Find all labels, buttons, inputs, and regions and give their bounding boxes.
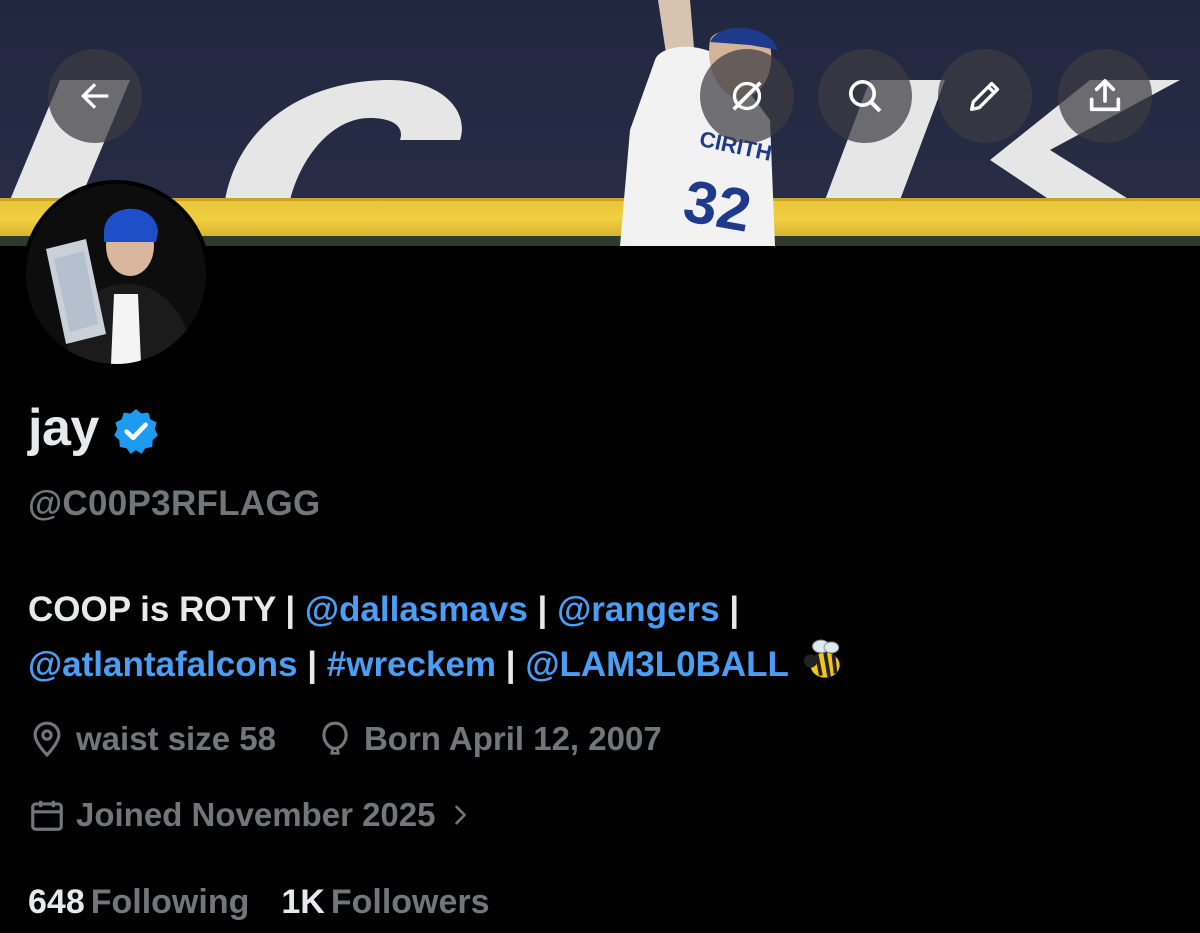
share-icon bbox=[1089, 79, 1121, 112]
search-button[interactable] bbox=[818, 49, 912, 143]
bio-separator: | bbox=[505, 645, 526, 684]
display-name: jay bbox=[28, 399, 99, 457]
chevron-right-icon bbox=[454, 805, 466, 825]
bio-separator: | bbox=[729, 590, 740, 629]
followers-label: Followers bbox=[330, 883, 490, 921]
back-button[interactable] bbox=[48, 49, 142, 143]
user-handle: @C00P3RFLAGG bbox=[28, 484, 321, 523]
balloon-icon bbox=[322, 721, 348, 755]
bio-link-atlantafalcons[interactable]: @atlantafalcons bbox=[28, 645, 297, 684]
grok-icon bbox=[732, 81, 762, 111]
pencil-icon bbox=[970, 81, 1000, 112]
joined-text: Joined November 2025 bbox=[76, 796, 436, 833]
following-link[interactable]: 648 Following bbox=[28, 883, 249, 922]
birthday-item: Born April 12, 2007 bbox=[316, 720, 662, 758]
follow-stats: 648 Following 1K Followers bbox=[28, 883, 522, 922]
avatar[interactable] bbox=[22, 180, 210, 368]
svg-text:32: 32 bbox=[679, 167, 756, 245]
verified-badge-icon[interactable] bbox=[111, 406, 161, 456]
following-count: 648 bbox=[28, 883, 85, 921]
profile-meta-row: waist size 58 Born April 12, 2007 bbox=[28, 720, 702, 758]
followers-link[interactable]: 1K Followers bbox=[281, 883, 489, 922]
location-item: waist size 58 bbox=[28, 720, 276, 758]
location-text: waist size 58 bbox=[76, 720, 276, 757]
grok-button[interactable] bbox=[700, 49, 794, 143]
bee-emoji-icon bbox=[803, 639, 840, 678]
birthday-text: Born April 12, 2007 bbox=[363, 720, 662, 757]
bio-text: COOP is ROTY bbox=[28, 590, 286, 629]
name-row: jay bbox=[28, 398, 161, 458]
share-button[interactable] bbox=[1058, 49, 1152, 143]
search-icon bbox=[849, 80, 882, 113]
bio-link-rangers[interactable]: @rangers bbox=[557, 590, 720, 629]
arrow-left-icon bbox=[81, 83, 109, 109]
location-pin-icon bbox=[33, 721, 61, 758]
bio-separator: | bbox=[285, 590, 305, 629]
edit-button[interactable] bbox=[938, 49, 1032, 143]
following-label: Following bbox=[90, 883, 250, 921]
bio-separator: | bbox=[537, 590, 558, 629]
calendar-icon bbox=[31, 800, 63, 831]
joined-row[interactable]: Joined November 2025 bbox=[28, 796, 484, 834]
followers-count: 1K bbox=[281, 883, 325, 921]
bio-separator: | bbox=[307, 645, 327, 684]
bio-link-dallasmavs[interactable]: @dallasmavs bbox=[305, 590, 528, 629]
bio: COOP is ROTY | @dallasmavs | @rangers | … bbox=[28, 584, 1178, 691]
bio-link-wreckem[interactable]: #wreckem bbox=[327, 645, 496, 684]
avatar-image bbox=[26, 184, 206, 364]
bio-link-lam3l0ball[interactable]: @LAM3L0BALL bbox=[525, 645, 798, 684]
